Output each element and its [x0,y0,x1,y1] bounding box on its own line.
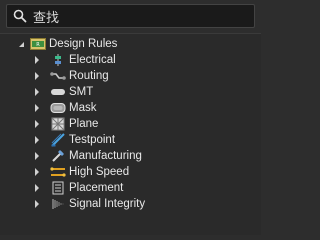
tree-label: Placement [69,182,124,194]
tree-node-smt[interactable]: SMT [0,84,261,100]
plane-icon [50,117,66,131]
tree-node-manufacturing[interactable]: Manufacturing [0,148,261,164]
collapse-arrow-icon[interactable] [16,39,26,49]
tree-label: Manufacturing [69,150,142,162]
expand-arrow-icon[interactable] [32,135,42,145]
design-rules-panel: 查找 R Design Rules Electrical Routing SMT… [0,0,261,235]
tree-node-high-speed[interactable]: High Speed [0,164,261,180]
expand-arrow-icon[interactable] [32,87,42,97]
search-input[interactable]: 查找 [33,7,59,26]
tree-label: Electrical [69,54,116,66]
tree-node-mask[interactable]: Mask [0,100,261,116]
placement-icon [50,181,66,195]
design-rules-icon: R [30,37,46,51]
high-speed-icon [50,165,66,179]
tree-node-testpoint[interactable]: Testpoint [0,132,261,148]
tree-node-plane[interactable]: Plane [0,116,261,132]
search-icon [9,5,31,27]
tree-label: Routing [69,70,109,82]
tree-label: Design Rules [49,38,118,50]
tree-node-placement[interactable]: Placement [0,180,261,196]
expand-arrow-icon[interactable] [32,103,42,113]
mask-icon [50,101,66,115]
expand-arrow-icon[interactable] [32,183,42,193]
signal-integrity-icon [50,197,66,211]
tree-label: Mask [69,102,97,114]
tree-node-routing[interactable]: Routing [0,68,261,84]
electrical-icon [50,53,66,67]
tree-node-design-rules[interactable]: R Design Rules [0,36,261,52]
expand-arrow-icon[interactable] [32,55,42,65]
tree-label: High Speed [69,166,130,178]
search-box[interactable]: 查找 [6,4,255,28]
expand-arrow-icon[interactable] [32,167,42,177]
expand-arrow-icon[interactable] [32,71,42,81]
testpoint-icon [50,133,66,147]
tree-node-signal-integrity[interactable]: Signal Integrity [0,196,261,212]
manufacturing-icon [50,149,66,163]
routing-icon [50,69,66,83]
expand-arrow-icon[interactable] [32,151,42,161]
smt-icon [50,85,66,99]
expand-arrow-icon[interactable] [32,119,42,129]
tree-label: Signal Integrity [69,198,146,210]
rules-tree: R Design Rules Electrical Routing SMT Ma… [0,33,261,235]
tree-label: SMT [69,86,94,98]
tree-label: Testpoint [69,134,116,146]
expand-arrow-icon[interactable] [32,199,42,209]
tree-label: Plane [69,118,99,130]
svg-text:R: R [36,42,40,48]
tree-node-electrical[interactable]: Electrical [0,52,261,68]
